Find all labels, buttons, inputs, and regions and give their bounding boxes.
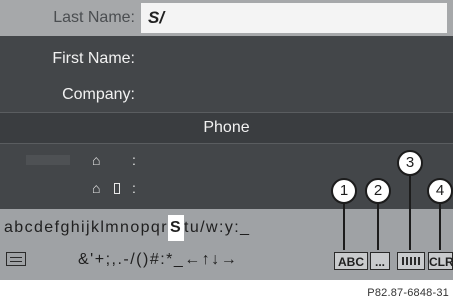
figure-reference: P82.87-6848-31 [367, 287, 449, 299]
home-icon: ⌂ [92, 180, 101, 196]
last-name-input[interactable]: S/ [141, 3, 447, 33]
phone-home-colon: : [132, 152, 136, 168]
phone-header-title: Phone [203, 119, 250, 136]
selected-letter[interactable]: S [167, 215, 185, 241]
last-name-label: Last Name: [53, 9, 135, 26]
callout-3: 3 [397, 150, 423, 176]
phone-section-header: Phone [0, 112, 453, 144]
callout-3-line [409, 172, 411, 250]
address-entry-screen: Last Name: S/ First Name: Company: Phone… [0, 0, 453, 280]
callout-1-line [343, 200, 345, 250]
mobile-phone-icon [114, 183, 120, 194]
first-name-label: First Name: [52, 50, 135, 67]
first-name-row[interactable]: First Name: [0, 48, 453, 72]
mode-icon [402, 257, 420, 265]
company-row[interactable]: Company: [0, 84, 453, 108]
last-name-row[interactable]: Last Name: S/ [0, 0, 453, 36]
callout-4: 4 [427, 178, 453, 204]
home-phone-icon: ⌂ [92, 152, 101, 168]
more-chars-key[interactable]: ... [370, 252, 390, 270]
company-label: Company: [62, 86, 135, 103]
symbol-row[interactable]: &'+;,.-/()#:*_←↑↓→ [78, 247, 238, 273]
abc-key[interactable]: ABC [334, 252, 368, 270]
phone-mobile-colon: : [132, 180, 136, 196]
callout-4-line [439, 200, 441, 250]
mode-key[interactable] [397, 252, 425, 270]
letter-row[interactable]: abcdefghijklmnopqr Stu/w:y:_ [4, 215, 250, 241]
letters-before-selection[interactable]: abcdefghijklmnopqr [4, 219, 168, 236]
character-keyboard[interactable]: abcdefghijklmnopqr Stu/w:y:_ &'+;,.-/()#:… [0, 209, 453, 280]
phone-home-label-placeholder [26, 155, 70, 165]
letters-after-selection[interactable]: tu/w:y:_ [184, 219, 250, 236]
keyboard-icon[interactable] [6, 252, 26, 266]
phone-home-row[interactable]: ⌂ : [0, 150, 453, 170]
callout-2-line [377, 200, 379, 250]
callout-2: 2 [365, 178, 391, 204]
callout-1: 1 [331, 178, 357, 204]
clear-key[interactable]: CLR [428, 252, 453, 270]
